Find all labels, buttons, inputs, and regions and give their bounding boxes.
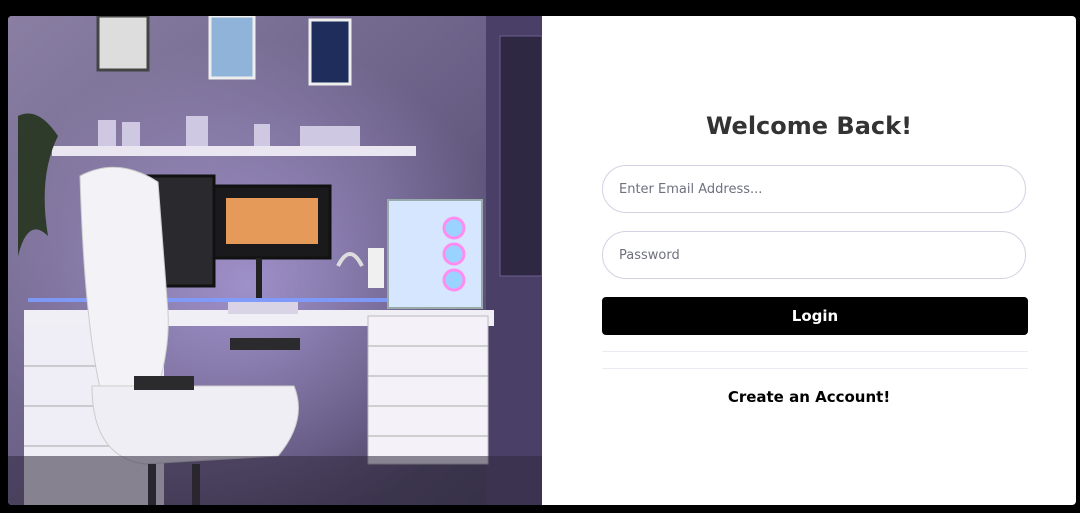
page-title: Welcome Back! xyxy=(705,112,913,140)
create-account-link[interactable]: Create an Account! xyxy=(542,388,1076,406)
login-form-pane: Welcome Back! Login Create an Account! xyxy=(542,16,1076,505)
divider xyxy=(602,351,1028,352)
login-card: Welcome Back! Login Create an Account! xyxy=(8,16,1076,505)
divider xyxy=(602,368,1028,369)
email-field[interactable] xyxy=(602,165,1026,213)
gaming-setup-photo xyxy=(8,16,542,505)
password-field[interactable] xyxy=(602,231,1026,279)
login-button[interactable]: Login xyxy=(602,297,1028,335)
